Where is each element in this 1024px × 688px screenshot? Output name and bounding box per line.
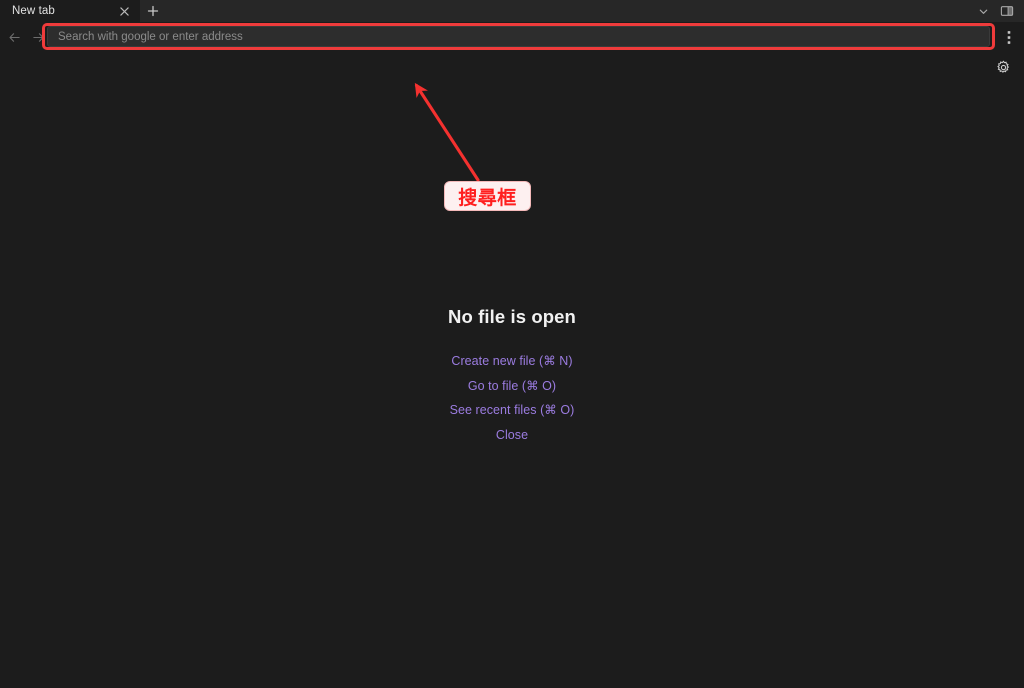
tab-strip-spacer	[166, 0, 972, 22]
see-recent-files-link[interactable]: See recent files (⌘ O)	[0, 398, 1024, 423]
close-link[interactable]: Close	[0, 423, 1024, 448]
empty-state: No file is open Create new file (⌘ N) Go…	[0, 306, 1024, 447]
panel-layout-icon[interactable]	[996, 0, 1018, 22]
page-content: No file is open Create new file (⌘ N) Go…	[0, 52, 1024, 688]
new-tab-button[interactable]	[140, 0, 166, 22]
close-icon[interactable]	[117, 4, 132, 19]
address-bar[interactable]	[47, 26, 990, 47]
create-new-file-link[interactable]: Create new file (⌘ N)	[0, 349, 1024, 374]
go-to-file-link[interactable]: Go to file (⌘ O)	[0, 374, 1024, 399]
page-title: No file is open	[448, 306, 576, 327]
tab-strip-controls	[972, 0, 1024, 22]
gear-icon[interactable]	[994, 58, 1012, 76]
search-input[interactable]	[58, 30, 979, 43]
browser-tab[interactable]: New tab	[0, 0, 140, 22]
arrow-left-icon[interactable]	[4, 26, 24, 48]
tab-title: New tab	[12, 5, 55, 17]
arrow-right-icon[interactable]	[28, 26, 48, 48]
kebab-menu-icon[interactable]	[999, 26, 1019, 48]
tab-strip: New tab	[0, 0, 1024, 22]
chevron-down-icon[interactable]	[972, 0, 994, 22]
